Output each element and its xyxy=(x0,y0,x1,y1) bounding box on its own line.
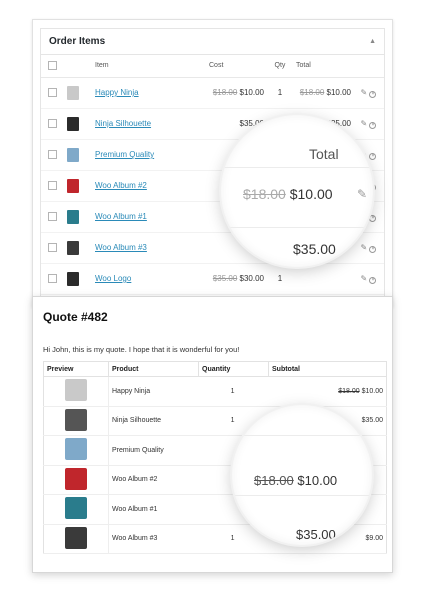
edit-icon[interactable]: ✎ xyxy=(361,274,368,283)
magnified-price-2: $35.00 xyxy=(293,241,336,257)
edit-icon[interactable]: ✎ xyxy=(361,243,368,252)
col-preview: Preview xyxy=(43,361,109,377)
quote-message: Hi John, this is my quote. I hope that i… xyxy=(43,345,240,354)
order-item-row: Woo Logo $35.00 $30.00 1 ✎ × xyxy=(41,263,384,295)
product-name: Happy Ninja xyxy=(108,376,199,407)
remove-icon[interactable]: × xyxy=(369,276,377,284)
album-red-preview-icon xyxy=(65,467,87,490)
row-checkbox[interactable] xyxy=(48,274,57,284)
album-dark-thumbnail-icon xyxy=(67,240,79,255)
product-link[interactable]: Woo Logo xyxy=(95,274,131,283)
quote-row: Happy Ninja 1 $18.00 $10.00 xyxy=(43,376,387,407)
magnified-price: $10.00 xyxy=(289,186,333,202)
cost: $10.00 xyxy=(239,88,264,97)
album-teal-thumbnail-icon xyxy=(67,209,79,224)
product-name: Woo Album #1 xyxy=(108,494,199,525)
product-link[interactable]: Woo Album #2 xyxy=(95,181,147,190)
col-qty: Qty xyxy=(264,55,296,78)
subtotal: $35.00 xyxy=(361,417,383,425)
edit-icon[interactable]: ✎ xyxy=(361,119,368,128)
product-name: Woo Album #2 xyxy=(108,465,199,495)
tshirt-blue-thumbnail-icon xyxy=(67,147,79,162)
product-name: Woo Album #3 xyxy=(108,524,199,554)
album-teal-preview-icon xyxy=(65,497,87,520)
email-magnified-price: $10.00 xyxy=(297,473,338,488)
col-product: Product xyxy=(108,361,199,377)
cost: $30.00 xyxy=(239,274,264,283)
col-total: Total xyxy=(296,55,351,78)
magnified-total-header: Total xyxy=(309,146,339,162)
collapse-caret-icon[interactable]: ▲ xyxy=(369,38,376,45)
email-magnified-old-price: $18.00 xyxy=(254,473,294,488)
row-checkbox[interactable] xyxy=(48,243,57,253)
remove-icon[interactable]: × xyxy=(369,90,377,98)
remove-icon[interactable]: × xyxy=(369,121,377,129)
product-link[interactable]: Woo Album #1 xyxy=(95,212,147,221)
total-old: $18.00 xyxy=(299,88,325,97)
cost-old: $35.00 xyxy=(212,274,238,283)
album-red-thumbnail-icon xyxy=(67,178,79,193)
cost-old: $18.00 xyxy=(212,88,238,97)
remove-icon[interactable]: × xyxy=(369,214,377,222)
hoodie-black-thumbnail-icon xyxy=(67,116,79,131)
panel-title: Order Items xyxy=(49,36,106,47)
select-all-checkbox[interactable] xyxy=(48,61,57,71)
product-link[interactable]: Premium Quality xyxy=(95,150,154,159)
email-magnified-price-2: $35.00 xyxy=(296,527,336,542)
remove-icon[interactable]: × xyxy=(369,245,377,253)
hoodie-black-thumbnail-icon xyxy=(67,271,79,286)
row-checkbox[interactable] xyxy=(48,212,57,222)
hoodie-gray-preview-icon xyxy=(65,408,87,431)
product-name: Ninja Silhouette xyxy=(108,406,199,436)
tshirt-gray-preview-icon xyxy=(65,379,87,402)
admin-magnifier: Total $18.00 $10.00 ✎ $35.00 xyxy=(221,115,373,267)
col-subtotal: Subtotal xyxy=(268,361,387,377)
edit-icon[interactable]: ✎ xyxy=(361,88,368,97)
magnified-old-price: $18.00 xyxy=(243,186,286,202)
total: $10.00 xyxy=(326,88,351,97)
product-link[interactable]: Ninja Silhouette xyxy=(95,119,151,128)
email-magnifier: $18.00 $10.00 $35.00 xyxy=(232,405,372,545)
remove-icon[interactable]: × xyxy=(369,152,377,160)
qty: 1 xyxy=(264,263,296,295)
album-dark-preview-icon xyxy=(65,526,87,549)
tshirt-blue-preview-icon xyxy=(65,438,87,461)
row-checkbox[interactable] xyxy=(48,181,57,191)
order-item-row: Happy Ninja $18.00 $10.00 1 $18.00 $10.0… xyxy=(41,77,384,109)
qty: 1 xyxy=(264,77,296,109)
row-checkbox[interactable] xyxy=(48,150,57,160)
col-item: Item xyxy=(95,55,209,78)
row-checkbox[interactable] xyxy=(48,119,57,129)
subtotal: $9.00 xyxy=(365,535,383,543)
quote-title: Quote #482 xyxy=(43,310,108,324)
quantity: 1 xyxy=(198,376,269,407)
col-quantity: Quantity xyxy=(198,361,269,377)
row-checkbox[interactable] xyxy=(48,88,57,98)
product-name: Premium Quality xyxy=(108,435,199,466)
magnified-edit-icon: ✎ xyxy=(357,187,368,201)
tshirt-gray-thumbnail-icon xyxy=(67,85,79,100)
subtotal-old: $18.00 xyxy=(338,387,360,395)
subtotal: $10.00 xyxy=(361,387,383,395)
product-link[interactable]: Woo Album #3 xyxy=(95,243,147,252)
order-items-header: Order Items ▲ xyxy=(41,29,384,55)
col-cost: Cost xyxy=(209,55,264,78)
product-link[interactable]: Happy Ninja xyxy=(95,88,139,97)
